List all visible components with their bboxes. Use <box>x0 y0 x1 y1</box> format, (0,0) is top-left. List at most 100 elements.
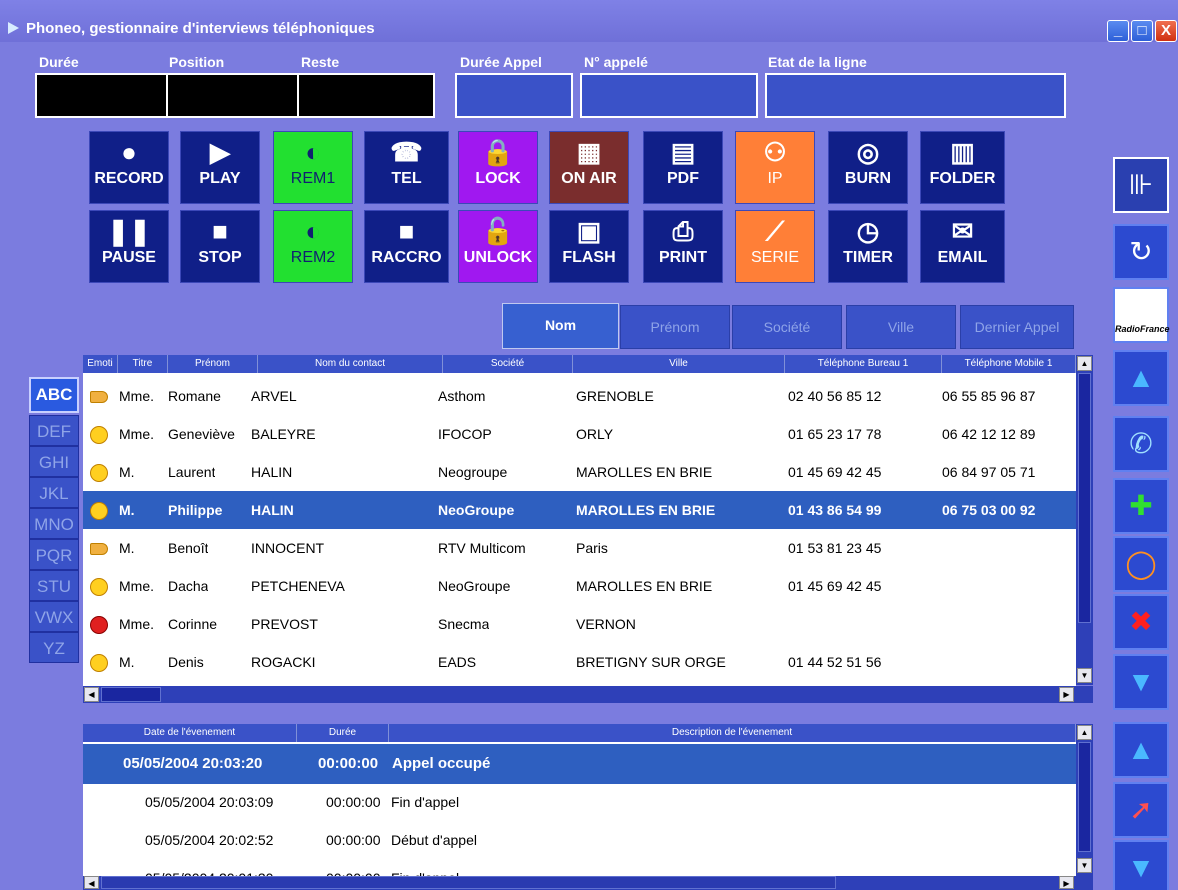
tab-dernier-appel[interactable]: Dernier Appel <box>960 305 1074 349</box>
col-2[interactable]: Prénom <box>168 355 258 373</box>
contact-row[interactable]: M. Benoît INNOCENT RTV Multicom Paris 01 53 8… <box>83 529 1076 567</box>
event-row[interactable]: 05/05/2004 20:03:20 00:00:00 Appel occupé <box>83 744 1076 784</box>
letter-tab-abc[interactable]: ABC <box>29 377 79 413</box>
serie-button[interactable]: ⟋ SERIE <box>735 210 815 283</box>
minimize-button[interactable]: _ <box>1107 20 1129 42</box>
scroll-up-icon[interactable]: ▲ <box>1077 725 1092 740</box>
col-7[interactable]: Téléphone Mobile 1 <box>942 355 1076 373</box>
scroll-thumb[interactable] <box>1078 742 1091 852</box>
event-col-duree[interactable]: Durée <box>297 724 389 742</box>
events-vscroll[interactable]: ▲ ▼ <box>1076 724 1093 876</box>
tab-ville[interactable]: Ville <box>846 305 956 349</box>
col-5[interactable]: Ville <box>573 355 785 373</box>
letter-tab-yz[interactable]: YZ <box>29 632 79 663</box>
folder-button[interactable]: ▥ FOLDER <box>920 131 1005 204</box>
rem1-button[interactable]: ◐ REM1 <box>273 131 353 204</box>
refresh-button[interactable]: ↻ <box>1113 224 1169 280</box>
up-arrow-button[interactable]: ▲ <box>1113 350 1169 406</box>
event-description: Fin d'appel <box>391 794 460 810</box>
scroll-down-icon[interactable]: ▼ <box>1077 858 1092 873</box>
event-row[interactable]: 05/05/2004 20:01:30 00:00:00 Fin d'appel <box>83 858 1076 876</box>
pdf-button[interactable]: ▤ PDF <box>643 131 723 204</box>
letter-tab-mno[interactable]: MNO <box>29 508 79 539</box>
contact-row[interactable]: M. Denis ROGACKI EADS BRETIGNY SUR ORGE 01 44… <box>83 643 1076 681</box>
cell-prenom: Laurent <box>168 464 216 480</box>
col-1[interactable]: Titre <box>118 355 168 373</box>
contacts-vscroll[interactable]: ▲ ▼ <box>1076 355 1093 685</box>
flash-button[interactable]: ▣ FLASH <box>549 210 629 283</box>
play-button[interactable]: ▶ PLAY <box>180 131 260 204</box>
flash-label: FLASH <box>562 249 616 266</box>
smiley-icon <box>90 426 108 444</box>
col-3[interactable]: Nom du contact <box>258 355 443 373</box>
scroll-right-icon[interactable]: ▶ <box>1059 687 1074 702</box>
add-button[interactable]: ✚ <box>1113 478 1169 534</box>
event-col-description[interactable]: Description de l'évenement <box>389 724 1076 742</box>
event-description: Fin d'appel <box>391 858 459 876</box>
stop-button[interactable]: ■ STOP <box>180 210 260 283</box>
up-arrow-button[interactable]: ▲ <box>1113 722 1169 778</box>
ip-button[interactable]: ⚇ IP <box>735 131 815 204</box>
event-col-date[interactable]: Date de l'évenement <box>83 724 297 742</box>
unlock-button[interactable]: 🔓 UNLOCK <box>458 210 538 283</box>
print-button[interactable]: ⎙ PRINT <box>643 210 723 283</box>
contact-row[interactable]: Mme. Romane ARVEL Asthom GRENOBLE 02 40 56 85… <box>83 377 1076 415</box>
email-icon: ✉ <box>951 216 974 246</box>
lock-button[interactable]: 🔒 LOCK <box>458 131 538 204</box>
scroll-thumb[interactable] <box>1078 373 1091 623</box>
record-button[interactable]: ● RECORD <box>89 131 169 204</box>
smiley-icon <box>90 654 108 672</box>
on-air-icon: ▦ <box>576 137 602 167</box>
letter-tab-pqr[interactable]: PQR <box>29 539 79 570</box>
radiofrance-logo-button[interactable]: RadioFrance <box>1113 287 1170 343</box>
on-air-button[interactable]: ▦ ON AIR <box>549 131 629 204</box>
letter-tab-jkl[interactable]: JKL <box>29 477 79 508</box>
mixer-button[interactable]: ⊪ <box>1113 157 1169 213</box>
scroll-right-icon[interactable]: ▶ <box>1059 876 1074 889</box>
pause-button[interactable]: ❚❚ PAUSE <box>89 210 169 283</box>
scroll-left-icon[interactable]: ◀ <box>84 876 99 889</box>
burn-button[interactable]: ◎ BURN <box>828 131 908 204</box>
contact-row[interactable]: Mme. Dacha PETCHENEVA NeoGroupe MAROLLES EN … <box>83 567 1076 605</box>
scroll-down-icon[interactable]: ▼ <box>1077 668 1092 683</box>
tel-button[interactable]: ☎ TEL <box>364 131 449 204</box>
letter-tab-def[interactable]: DEF <box>29 415 79 446</box>
scroll-up-icon[interactable]: ▲ <box>1077 356 1092 371</box>
hscroll-thumb[interactable] <box>101 876 836 889</box>
down-arrow-button[interactable]: ▼ <box>1113 654 1169 710</box>
delete-icon: ✖ <box>1129 606 1153 637</box>
down-arrow-button[interactable]: ▼ <box>1113 840 1169 890</box>
flash-icon: ▣ <box>576 216 602 246</box>
letter-tab-stu[interactable]: STU <box>29 570 79 601</box>
delete-button[interactable]: ✖ <box>1113 594 1169 650</box>
contact-row[interactable]: M. Philippe HALIN NeoGroupe MAROLLES EN BRIE… <box>83 491 1076 529</box>
cell-titre: Mme. <box>119 426 154 442</box>
rem2-button[interactable]: ◐ REM2 <box>273 210 353 283</box>
contact-row[interactable]: Mme. Corinne PREVOST Snecma VERNON <box>83 605 1076 643</box>
contacts-hscroll[interactable]: ◀ ▶ <box>83 686 1093 703</box>
letter-tab-ghi[interactable]: GHI <box>29 446 79 477</box>
contact-row[interactable]: M. Laurent HALIN Neogroupe MAROLLES EN BRIE 0… <box>83 453 1076 491</box>
tab-société[interactable]: Société <box>732 305 842 349</box>
scroll-left-icon[interactable]: ◀ <box>84 687 99 702</box>
col-6[interactable]: Téléphone Bureau 1 <box>785 355 942 373</box>
maximize-button[interactable]: □ <box>1131 20 1153 42</box>
tab-prénom[interactable]: Prénom <box>620 305 730 349</box>
phone-button[interactable]: ✆ <box>1113 416 1169 472</box>
events-hscroll[interactable]: ◀ ▶ <box>83 876 1093 890</box>
cell-mobile: 06 42 12 12 89 <box>942 426 1036 442</box>
raccro-button[interactable]: ■ RACCRO <box>364 210 449 283</box>
event-row[interactable]: 05/05/2004 20:03:09 00:00:00 Fin d'appel <box>83 782 1076 822</box>
event-row[interactable]: 05/05/2004 20:02:52 00:00:00 Début d'appel <box>83 820 1076 860</box>
ring-button[interactable]: ◯ <box>1113 536 1169 592</box>
call-button[interactable]: ➚ <box>1113 782 1169 838</box>
timer-button[interactable]: ◷ TIMER <box>828 210 908 283</box>
col-4[interactable]: Société <box>443 355 573 373</box>
tab-nom[interactable]: Nom <box>502 303 619 349</box>
contact-row[interactable]: Mme. Geneviève BALEYRE IFOCOP ORLY 01 65 23 1… <box>83 415 1076 453</box>
letter-tab-vwx[interactable]: VWX <box>29 601 79 632</box>
col-0[interactable]: Emoti <box>83 355 118 373</box>
email-button[interactable]: ✉ EMAIL <box>920 210 1005 283</box>
close-button[interactable]: X <box>1155 20 1177 42</box>
hscroll-thumb[interactable] <box>101 687 161 702</box>
